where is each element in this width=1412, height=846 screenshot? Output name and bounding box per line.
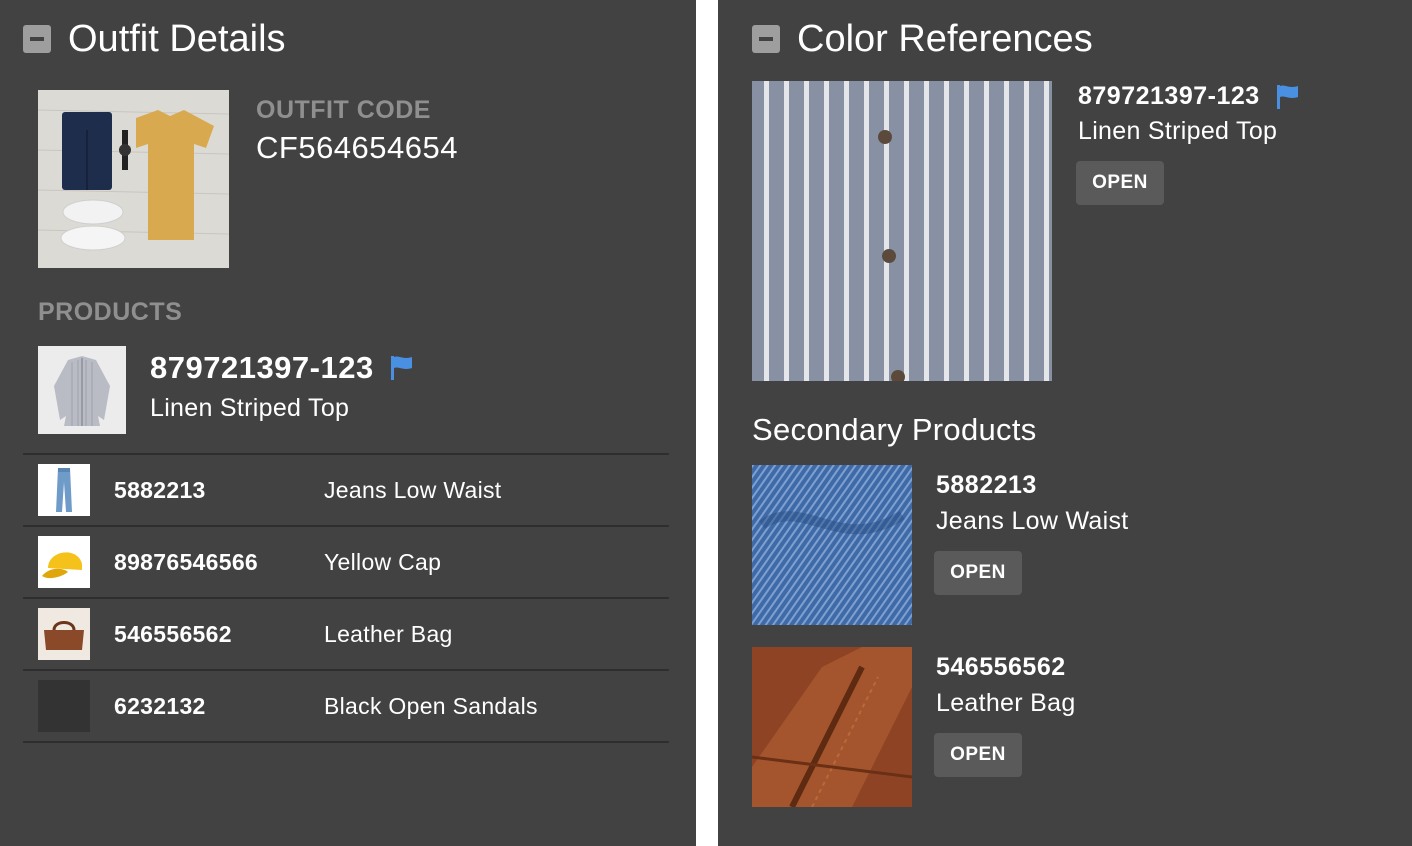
list-item-name: Jeans Low Waist	[324, 476, 502, 503]
outfit-details-panel: Outfit Details OUTFIT CODE CF564654654 P…	[0, 0, 696, 846]
outfit-code-value: CF564654654	[256, 130, 458, 165]
primary-product-thumbnail[interactable]	[38, 346, 126, 434]
list-item-id: 546556562	[114, 620, 232, 647]
outfit-product-list: 5882213 Jeans Low Waist 89876546566 Yell…	[23, 453, 669, 743]
list-item-name: Black Open Sandals	[324, 692, 538, 719]
products-label: PRODUCTS	[38, 298, 183, 326]
denim-fabric-swatch[interactable]	[752, 465, 912, 625]
outfit-details-header: Outfit Details	[23, 14, 286, 64]
list-item-name: Leather Bag	[324, 620, 453, 647]
secondary-product-id: 546556562	[936, 653, 1066, 681]
open-bag-button[interactable]: OPEN	[934, 733, 1022, 777]
open-jeans-button[interactable]: OPEN	[934, 551, 1022, 595]
striped-fabric-swatch[interactable]	[752, 81, 1052, 381]
color-references-header: Color References	[752, 14, 1093, 64]
reference-product-id: 879721397-123	[1078, 82, 1300, 111]
list-item[interactable]: 6232132 Black Open Sandals	[23, 671, 669, 743]
color-references-title: Color References	[797, 18, 1093, 60]
bag-thumbnail	[38, 608, 90, 660]
secondary-products-title: Secondary Products	[752, 412, 1037, 447]
secondary-product-id: 5882213	[936, 471, 1037, 499]
list-item[interactable]: 546556562 Leather Bag	[23, 599, 669, 671]
outfit-photo	[38, 90, 229, 268]
collapse-color-references-button[interactable]	[752, 25, 780, 53]
list-item-id: 6232132	[114, 692, 206, 719]
secondary-product-name: Leather Bag	[936, 689, 1076, 717]
secondary-product-name: Jeans Low Waist	[936, 507, 1129, 535]
list-item[interactable]: 89876546566 Yellow Cap	[23, 527, 669, 599]
outfit-code-label: OUTFIT CODE	[256, 96, 431, 124]
sandals-thumbnail-placeholder	[38, 680, 90, 732]
leather-swatch[interactable]	[752, 647, 912, 807]
list-item-name: Yellow Cap	[324, 548, 442, 575]
flag-icon	[1276, 83, 1300, 111]
collapse-outfit-details-button[interactable]	[23, 25, 51, 53]
reference-product-name: Linen Striped Top	[1078, 117, 1278, 145]
flag-icon	[390, 354, 414, 382]
jeans-thumbnail	[38, 464, 90, 516]
primary-product-id: 879721397-123	[150, 350, 414, 386]
list-item-id: 5882213	[114, 476, 206, 503]
reference-product-id-text: 879721397-123	[1078, 82, 1260, 110]
primary-product-name: Linen Striped Top	[150, 394, 350, 422]
primary-product-id-text: 879721397-123	[150, 350, 374, 385]
open-reference-button[interactable]: OPEN	[1076, 161, 1164, 205]
list-item[interactable]: 5882213 Jeans Low Waist	[23, 455, 669, 527]
list-item-id: 89876546566	[114, 548, 259, 575]
color-references-panel: Color References 879721397-123 Linen Str…	[718, 0, 1412, 846]
cap-thumbnail	[38, 536, 90, 588]
outfit-details-title: Outfit Details	[68, 18, 286, 60]
